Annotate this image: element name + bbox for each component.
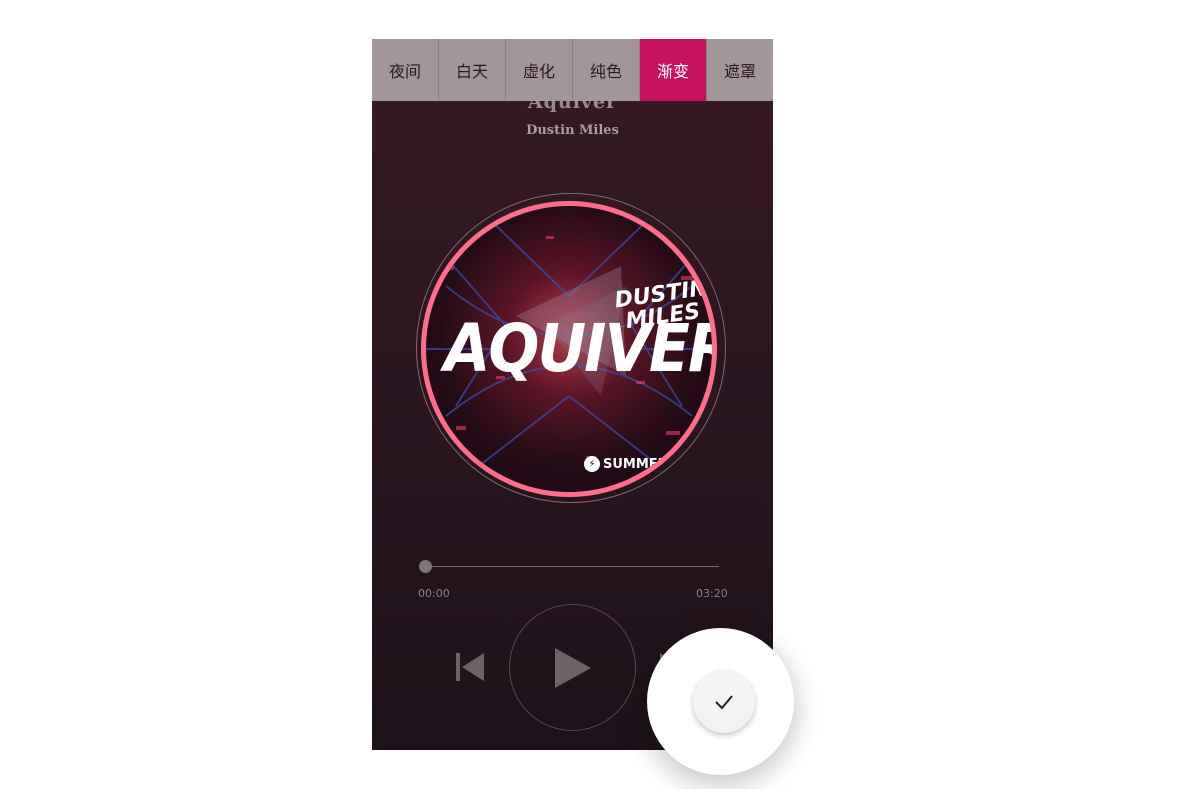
cover-label-logo: ⚡ SUMMER [584,456,668,472]
progress-knob[interactable] [419,560,432,573]
tab-gradient[interactable]: 渐变 [640,39,707,101]
album-cover-disc[interactable]: AQUIVER DUSTIN MILES ⚡ SUMMER [421,201,717,497]
tab-mask[interactable]: 遮罩 [707,39,773,101]
tab-day[interactable]: 白天 [439,39,506,101]
confirm-button[interactable] [693,671,755,733]
artist-name: Dustin Miles [526,123,619,138]
tab-night[interactable]: 夜间 [372,39,439,101]
label-logo-icon: ⚡ [584,456,600,472]
current-time: 00:00 [418,587,450,600]
check-icon [715,695,733,710]
play-button[interactable] [509,604,636,731]
play-icon [554,647,591,688]
cover-label-text: SUMMER [603,456,668,472]
tab-solid-color[interactable]: 纯色 [573,39,640,101]
skip-previous-icon[interactable] [454,651,486,683]
progress-track[interactable] [425,566,719,567]
total-time: 03:20 [696,587,728,600]
tab-blur[interactable]: 虚化 [506,39,573,101]
style-tab-bar: 夜间 白天 虚化 纯色 渐变 遮罩 [372,39,773,101]
